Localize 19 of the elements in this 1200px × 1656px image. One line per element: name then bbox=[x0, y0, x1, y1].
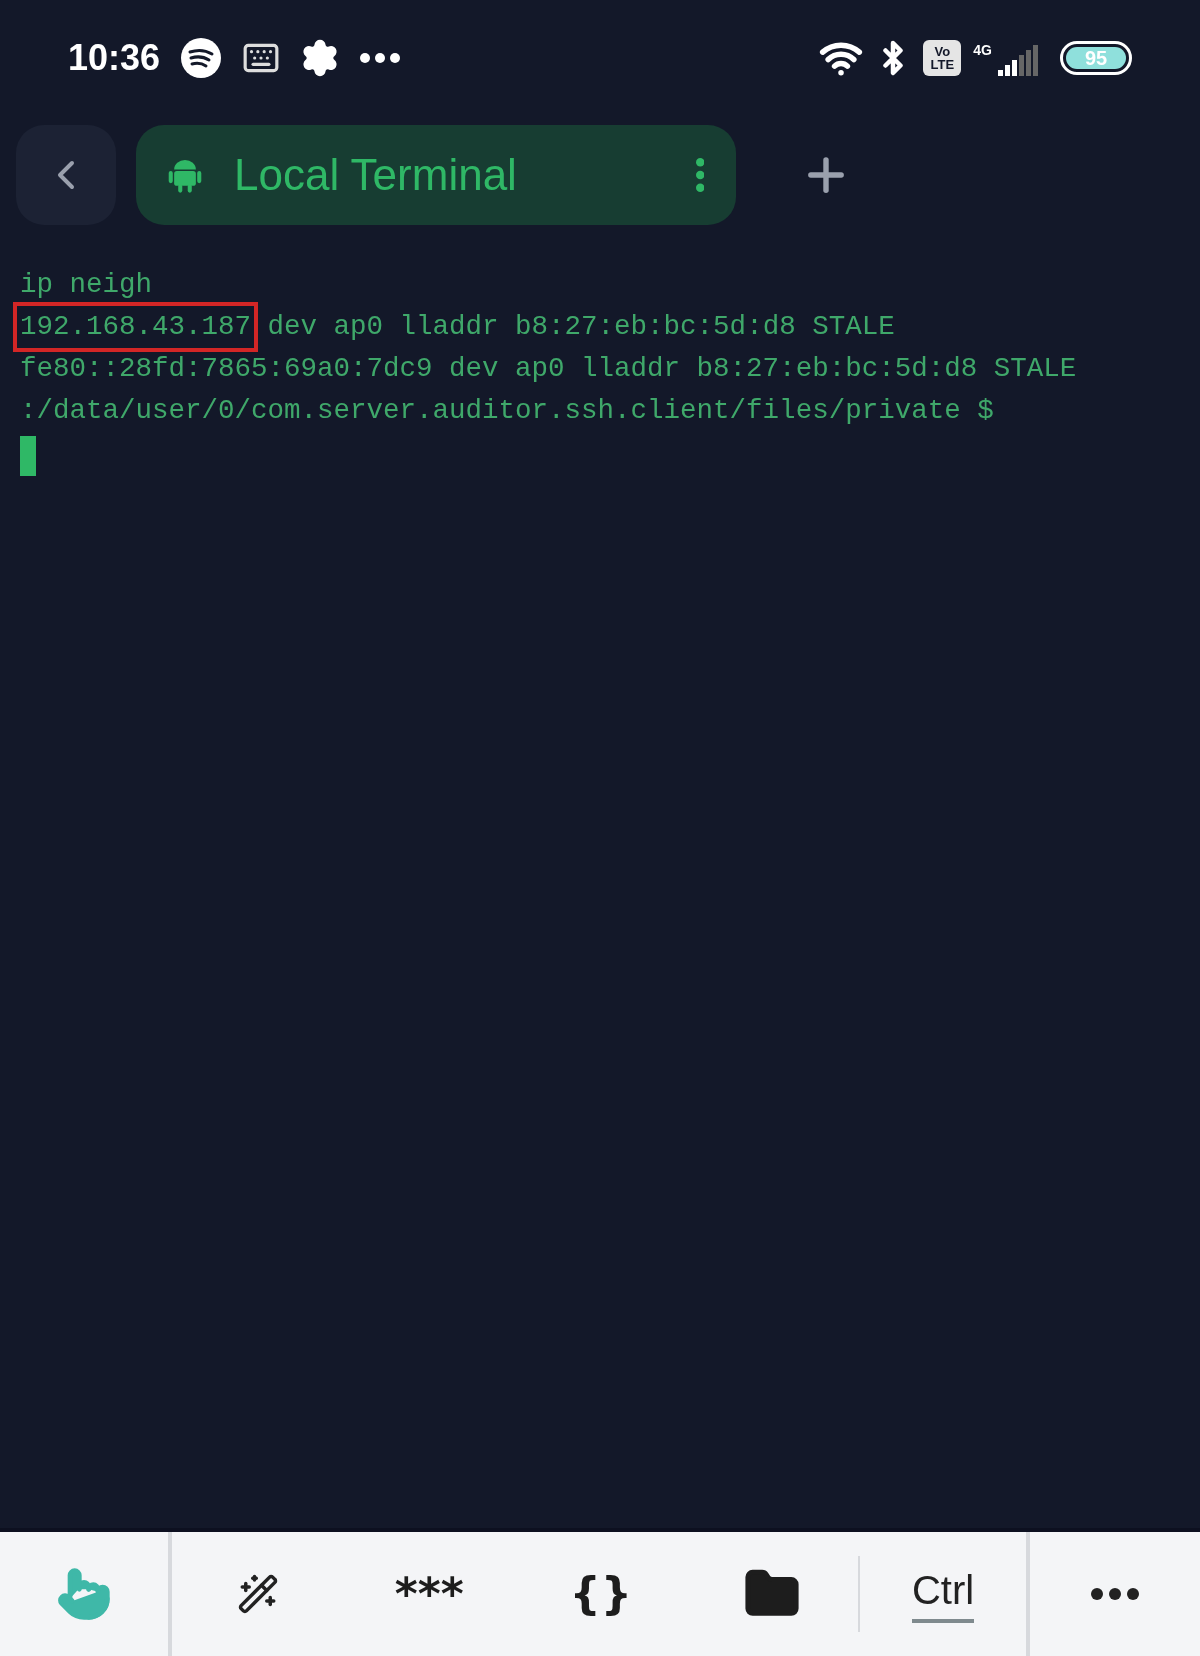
more-icon bbox=[1091, 1588, 1139, 1600]
key-button[interactable]: {} bbox=[515, 1532, 687, 1656]
battery-indicator: 95 bbox=[1060, 41, 1132, 75]
clock: 10:36 bbox=[68, 36, 161, 80]
terminal-text: :/data/user/0/com.server.auditor.ssh.client/files/private $ bbox=[20, 394, 994, 428]
pointer-icon bbox=[56, 1566, 112, 1622]
music-app-icon bbox=[180, 37, 223, 79]
magic-wand-icon bbox=[236, 1573, 279, 1615]
volte-badge: Vo LTE bbox=[923, 40, 962, 76]
terminal-text: fe80::28fd:7865:69a0:7dc9 dev ap0 lladdr b8:27:eb:bc:5d:d8 STALE bbox=[20, 352, 1077, 386]
terminal-text: ip neigh bbox=[20, 268, 153, 302]
ctrl-key[interactable]: Ctrl bbox=[860, 1532, 1030, 1656]
terminal-text: 192.168.43.187 bbox=[13, 302, 259, 352]
menu-icon bbox=[695, 158, 704, 192]
network-type: 4G bbox=[973, 41, 992, 60]
more-icon bbox=[360, 53, 401, 63]
terminal-tab[interactable]: Local Terminal bbox=[136, 125, 736, 225]
terminal-text: dev ap0 lladdr b8:27:eb:bc:5d:d8 STALE bbox=[266, 310, 895, 344]
key-button[interactable]: *** bbox=[343, 1532, 515, 1656]
